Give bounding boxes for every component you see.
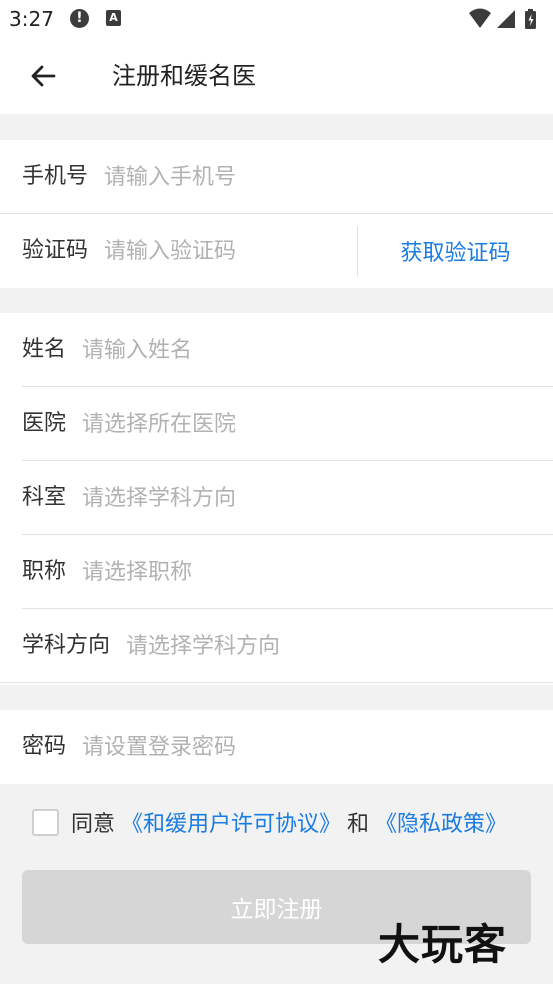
- agreement-row: 同意 《和缓用户许可协议》 和 《隐私政策》: [32, 806, 507, 838]
- password-section: 密码: [0, 710, 553, 784]
- phone-row: 手机号: [0, 140, 553, 214]
- discipline-row[interactable]: 学科方向: [0, 609, 553, 683]
- phone-input[interactable]: [104, 157, 553, 197]
- account-section: 手机号 验证码 获取验证码: [0, 140, 553, 288]
- back-button[interactable]: [22, 55, 64, 97]
- get-code-button[interactable]: 获取验证码: [357, 226, 553, 276]
- agreement-checkbox[interactable]: [32, 808, 59, 836]
- status-bar: 3:27 ! A: [0, 0, 553, 38]
- discipline-select[interactable]: [126, 626, 553, 666]
- password-row: 密码: [0, 710, 553, 784]
- status-time: 3:27: [9, 7, 54, 31]
- password-label: 密码: [22, 734, 67, 759]
- discipline-label: 学科方向: [22, 633, 111, 658]
- title-label: 职称: [22, 559, 67, 584]
- watermark: 大玩客: [378, 920, 508, 969]
- app-header: 注册和缓名医: [0, 38, 553, 114]
- phone-label: 手机号: [22, 164, 89, 189]
- profile-section: 姓名 医院 科室 职称 学科方向: [0, 313, 553, 685]
- hospital-select[interactable]: [82, 404, 553, 444]
- code-input[interactable]: [104, 231, 335, 271]
- wifi-icon: [469, 8, 491, 28]
- name-label: 姓名: [22, 337, 67, 362]
- code-row: 验证码 获取验证码: [0, 214, 553, 288]
- status-icons: [469, 8, 536, 29]
- user-agreement-link[interactable]: 《和缓用户许可协议》: [121, 806, 341, 838]
- hospital-row[interactable]: 医院: [0, 387, 553, 461]
- department-select[interactable]: [82, 478, 553, 518]
- name-row: 姓名: [0, 313, 553, 387]
- code-label: 验证码: [22, 238, 89, 263]
- hospital-label: 医院: [22, 411, 67, 436]
- privacy-policy-link[interactable]: 《隐私政策》: [375, 806, 507, 838]
- department-row[interactable]: 科室: [0, 461, 553, 535]
- page-title: 注册和缓名医: [112, 62, 256, 90]
- alert-icon: !: [70, 9, 89, 28]
- department-label: 科室: [22, 485, 67, 510]
- agreement-prefix: 同意: [71, 812, 116, 837]
- arrow-left-icon: [31, 65, 56, 87]
- signal-icon: [497, 10, 515, 28]
- agreement-conjunction: 和: [347, 812, 370, 837]
- password-input[interactable]: [82, 727, 553, 767]
- title-select[interactable]: [82, 552, 553, 592]
- app-notification-icon: A: [106, 10, 121, 26]
- name-input[interactable]: [82, 330, 553, 370]
- title-row[interactable]: 职称: [0, 535, 553, 609]
